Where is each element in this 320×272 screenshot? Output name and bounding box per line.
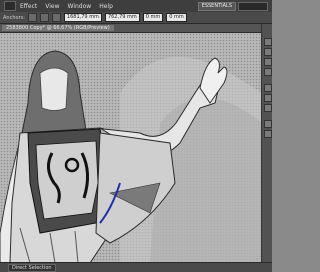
cut-path-icon[interactable]: [39, 13, 49, 22]
menu-view[interactable]: View: [41, 3, 63, 10]
artwork: [0, 33, 262, 263]
anchors-label: Anchors:: [3, 14, 25, 21]
panel-brushes-icon[interactable]: [264, 58, 272, 66]
panel-color-icon[interactable]: [264, 38, 272, 46]
face-shape: [39, 67, 69, 111]
align-icon[interactable]: [51, 13, 61, 22]
w-field[interactable]: 0 mm: [142, 13, 164, 22]
panel-layers-icon[interactable]: [264, 130, 272, 138]
panel-symbols-icon[interactable]: [264, 68, 272, 76]
panel-swatches-icon[interactable]: [264, 48, 272, 56]
menu-window[interactable]: Window: [64, 3, 96, 10]
x-field[interactable]: 1681,79 mm: [63, 13, 102, 22]
panel-appearance-icon[interactable]: [264, 120, 272, 128]
panel-stroke-icon[interactable]: [264, 84, 272, 92]
artboard-canvas[interactable]: [0, 33, 262, 263]
panel-transparency-icon[interactable]: [264, 104, 272, 112]
status-bar: Direct Selection: [0, 262, 272, 272]
menu-help[interactable]: Help: [95, 3, 117, 10]
current-tool-field[interactable]: Direct Selection: [8, 263, 56, 272]
document-tab[interactable]: 2583800 Copy* @ 66,67% (RGB/Preview): [2, 25, 114, 31]
document-tabbar: 2583800 Copy* @ 66,67% (RGB/Preview): [0, 24, 272, 33]
h-field[interactable]: 0 mm: [166, 13, 187, 22]
menu-effect[interactable]: Effect: [16, 3, 41, 10]
convert-anchor-icon[interactable]: [27, 13, 37, 22]
panel-gradient-icon[interactable]: [264, 94, 272, 102]
right-panel-dock: [261, 24, 272, 263]
app-logo-icon: [4, 1, 16, 11]
workspace-switcher[interactable]: ESSENTIALS: [197, 2, 236, 11]
control-bar: Anchors: 1681,79 mm 762,79 mm 0 mm 0 mm: [0, 12, 272, 24]
search-input[interactable]: [238, 2, 268, 11]
y-field[interactable]: 762,79 mm: [104, 13, 140, 22]
